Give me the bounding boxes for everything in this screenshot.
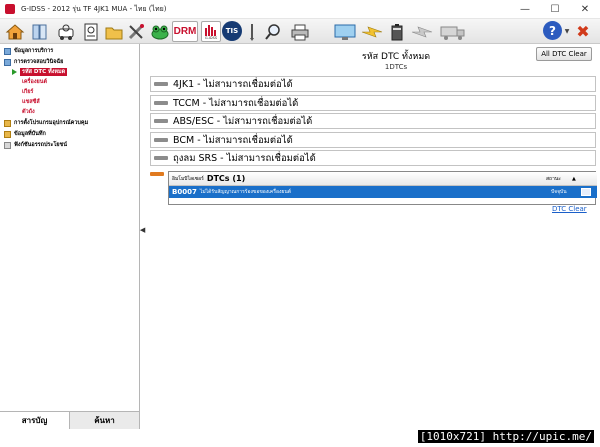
ecu-label: TCCM - ไม่สามารถเชื่อมต่อได้ xyxy=(173,97,299,109)
dtc-description: ไม่ได้รับสัญญาณการร้องขอของเครื่องยนต์ xyxy=(199,189,291,195)
ecu-row-abs-esc[interactable]: ABS/ESC - ไม่สามารถเชื่อมต่อได้ xyxy=(150,113,596,129)
ecu-status-bar xyxy=(154,82,168,86)
sidebar-item-engine[interactable]: เครื่องยนต์ xyxy=(22,77,47,87)
ecu-row-srs[interactable]: ถุงลม SRS - ไม่สามารถเชื่อมต่อได้ xyxy=(150,150,596,166)
sidebar-item-programming[interactable]: การตั้งโปรแกรมอุปกรณ์ควบคุม xyxy=(4,118,88,128)
module-label: อิมโมบิไลเซอร์ xyxy=(172,175,204,182)
tab-search[interactable]: ค้นหา xyxy=(70,412,140,429)
detail-icon[interactable] xyxy=(581,188,591,196)
sidebar-item-label: รหัส DTC ทั้งหมด xyxy=(20,68,68,76)
pen-icon[interactable] xyxy=(244,21,260,42)
lightning-icon[interactable] xyxy=(410,21,434,42)
dtc-clear-link[interactable]: DTC Clear xyxy=(552,205,587,213)
bottom-strip: [1010x721] http://upic.me/ xyxy=(0,429,600,447)
sidebar-item-label: การตรวจสอบวินิจฉัย xyxy=(14,59,64,65)
sidebar-item-label: ข้อมูลที่บันทึก xyxy=(14,131,46,137)
ecu-status-bar xyxy=(154,156,168,160)
dtc-table-header: อิมโมบิไลเซอร์ DTCs (1) สถานะ ▲ xyxy=(169,172,597,186)
toolbar: DRM G-IDSS TIS ? ▼ ✖ xyxy=(0,19,600,44)
sort-arrow-icon[interactable]: ▲ xyxy=(572,176,576,182)
sidebar-item-label: เครื่องยนต์ xyxy=(22,79,48,85)
book-icon xyxy=(4,58,11,66)
app-logo-icon xyxy=(5,4,15,14)
maximize-button[interactable]: ☐ xyxy=(540,0,570,19)
folder-icon xyxy=(4,119,11,127)
immobilizer-dtc-panel: อิมโมบิไลเซอร์ DTCs (1) สถานะ ▲ B0007 ไม… xyxy=(168,171,597,205)
tis-button[interactable]: TIS xyxy=(222,21,242,41)
sidebar-item-label: การตั้งโปรแกรมอุปกรณ์ควบคุม xyxy=(14,120,89,126)
status-column-header[interactable]: สถานะ xyxy=(546,175,561,183)
search-icon[interactable] xyxy=(264,21,282,42)
sidebar-tabs: สารบัญ ค้นหา xyxy=(0,411,140,429)
help-dropdown-icon[interactable]: ▼ xyxy=(563,21,571,42)
sidebar-item-utilities[interactable]: ฟังก์ชันอรรถประโยชน์ xyxy=(4,140,67,150)
sidebar-item-service-info[interactable]: ข้อมูลการบริการ xyxy=(4,46,53,56)
book-icon xyxy=(4,47,11,55)
close-window-button[interactable]: ✕ xyxy=(570,0,600,19)
folder-icon xyxy=(4,130,11,138)
ecu-row-4jk1[interactable]: 4JK1 - ไม่สามารถเชื่อมต่อได้ xyxy=(150,76,596,92)
title-bar: G-IDSS - 2012 รุ่น TF 4JK1 MUA - ไทย (ไท… xyxy=(0,0,600,19)
sidebar-item-label: แชสซีส์ xyxy=(22,99,40,105)
dtc-code: B0007 xyxy=(172,188,197,196)
truck-icon[interactable] xyxy=(440,21,466,42)
minimize-button[interactable]: — xyxy=(510,0,540,19)
drm-button[interactable]: DRM xyxy=(172,21,198,42)
dtc-count-label: DTCs (1) xyxy=(206,174,246,183)
watermark: [1010x721] http://upic.me/ xyxy=(417,430,594,443)
help-icon[interactable]: ? xyxy=(543,21,562,40)
dtc-status: ปัจจุบัน xyxy=(551,189,567,195)
lightning-icon[interactable] xyxy=(360,21,384,42)
printer-icon[interactable] xyxy=(290,21,310,42)
exit-icon[interactable]: ✖ xyxy=(573,21,593,42)
ecu-status-bar xyxy=(154,119,168,123)
monitor-icon[interactable] xyxy=(333,21,357,42)
sidebar-item-label: เกียร์ xyxy=(22,89,34,95)
sidebar-item-body[interactable]: ตัวถัง xyxy=(22,107,35,117)
gidss-label: G-IDSS xyxy=(204,35,218,40)
sidebar-collapse-handle[interactable]: ◀ xyxy=(140,220,145,240)
sidebar-item-diagnostics[interactable]: การตรวจสอบวินิจฉัย xyxy=(4,57,63,67)
tools-icon[interactable] xyxy=(127,21,147,42)
home-icon[interactable] xyxy=(4,21,26,42)
sidebar-item-label: ตัวถัง xyxy=(22,109,35,115)
window-title: G-IDSS - 2012 รุ่น TF 4JK1 MUA - ไทย (ไท… xyxy=(21,4,167,13)
frog-icon[interactable] xyxy=(150,21,170,42)
dtc-status-marker xyxy=(150,172,164,176)
book-icon[interactable] xyxy=(30,21,50,42)
ecu-label: 4JK1 - ไม่สามารถเชื่อมต่อได้ xyxy=(173,78,293,90)
ecu-row-bcm[interactable]: BCM - ไม่สามารถเชื่อมต่อได้ xyxy=(150,132,596,148)
ecu-status-bar xyxy=(154,138,168,142)
car-diagnostic-icon[interactable] xyxy=(56,21,76,42)
all-dtc-clear-button[interactable]: All DTC Clear xyxy=(536,47,592,61)
folder-icon[interactable] xyxy=(104,21,124,42)
tools-icon xyxy=(4,141,11,149)
tab-contents[interactable]: สารบัญ xyxy=(0,412,70,429)
sidebar-item-all-dtc[interactable]: รหัส DTC ทั้งหมด xyxy=(12,67,68,77)
sidebar-item-chassis[interactable]: แชสซีส์ xyxy=(22,97,40,107)
gidss-button[interactable]: G-IDSS xyxy=(201,21,221,42)
sidebar-item-label: ฟังก์ชันอรรถประโยชน์ xyxy=(14,142,68,148)
table-row[interactable]: B0007 ไม่ได้รับสัญญาณการร้องขอของเครื่อง… xyxy=(169,186,597,198)
arrow-icon xyxy=(12,69,17,75)
ecu-status-bar xyxy=(154,101,168,105)
main-panel: รหัส DTC ทั้งหมด 1DTCs All DTC Clear 4JK… xyxy=(146,44,600,429)
sidebar: ข้อมูลการบริการ การตรวจสอบวินิจฉัย รหัส … xyxy=(0,44,140,429)
dtc-count: 1DTCs xyxy=(384,63,408,71)
ecu-label: BCM - ไม่สามารถเชื่อมต่อได้ xyxy=(173,134,293,146)
sidebar-item-transmission[interactable]: เกียร์ xyxy=(22,87,33,97)
page-title: รหัส DTC ทั้งหมด xyxy=(361,52,431,62)
sidebar-item-label: ข้อมูลการบริการ xyxy=(14,48,54,54)
sidebar-item-saved-data[interactable]: ข้อมูลที่บันทึก xyxy=(4,129,46,139)
ecu-label: ถุงลม SRS - ไม่สามารถเชื่อมต่อได้ xyxy=(173,152,316,164)
battery-icon[interactable] xyxy=(390,21,404,42)
ecu-row-tccm[interactable]: TCCM - ไม่สามารถเชื่อมต่อได้ xyxy=(150,95,596,111)
document-icon[interactable] xyxy=(81,21,101,42)
ecu-label: ABS/ESC - ไม่สามารถเชื่อมต่อได้ xyxy=(173,115,313,127)
